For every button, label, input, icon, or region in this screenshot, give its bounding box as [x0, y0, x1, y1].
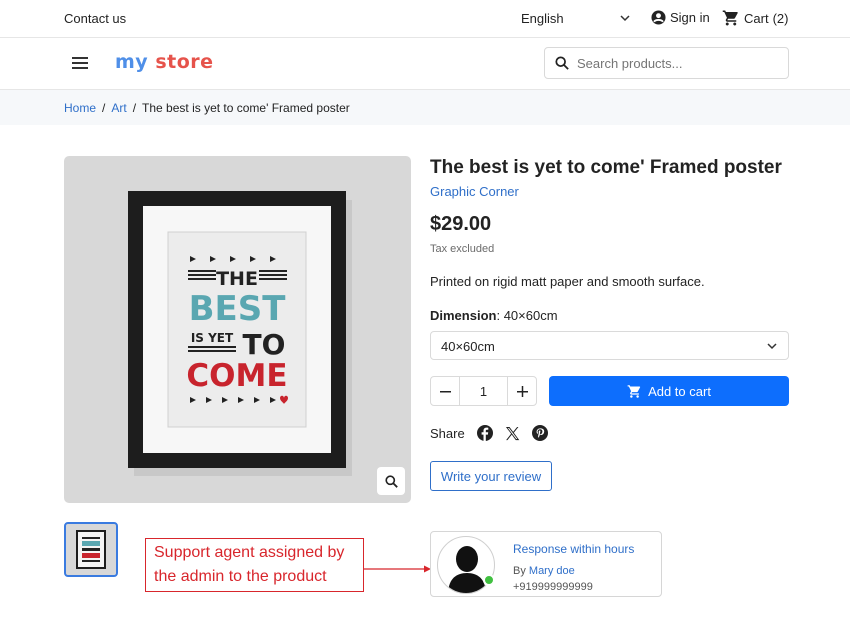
sign-in-label: Sign in — [670, 10, 710, 25]
thumbnail-poster-image — [76, 530, 106, 569]
store-logo[interactable]: my store — [115, 51, 214, 73]
product-thumbnail[interactable] — [64, 522, 118, 577]
top-bar: Contact us English Sign in Cart (2) — [0, 0, 850, 38]
poster-text-come: COME — [186, 358, 287, 394]
cart-icon — [627, 384, 641, 398]
share-label: Share — [430, 425, 465, 441]
main-header: my store — [0, 38, 850, 90]
share-row: Share — [430, 425, 548, 441]
annotation-arrow — [364, 565, 431, 573]
quantity-increase-button[interactable] — [508, 377, 536, 405]
logo-word-my: my — [115, 51, 149, 73]
chevron-down-icon — [620, 15, 630, 22]
cart-link[interactable]: Cart (2) — [722, 9, 788, 27]
cart-count: (2) — [772, 10, 789, 26]
search-icon — [555, 56, 569, 70]
cart-label: Cart — [744, 10, 769, 26]
framed-poster-image: THE BEST IS YET TO COME — [128, 191, 352, 476]
language-label: English — [521, 11, 564, 26]
language-selector[interactable]: English — [521, 11, 631, 26]
agent-by-label: By — [513, 565, 526, 577]
minus-icon — [439, 390, 451, 392]
quantity-input[interactable]: 1 — [459, 377, 508, 405]
add-to-cart-label: Add to cart — [648, 383, 711, 399]
dimension-label: Dimension — [430, 308, 497, 323]
product-description: Printed on rigid matt paper and smooth s… — [430, 274, 705, 289]
dimension-label-row: Dimension: 40×60cm — [430, 308, 558, 323]
annotation-line-2: the admin to the product — [154, 568, 327, 585]
poster-text-best: BEST — [189, 289, 287, 329]
breadcrumb-home[interactable]: Home — [64, 101, 96, 115]
quantity-decrease-button[interactable] — [431, 377, 459, 405]
agent-name-link[interactable]: Mary doe — [529, 565, 575, 577]
brand-link[interactable]: Graphic Corner — [430, 184, 519, 199]
poster-text-the: THE — [216, 268, 258, 290]
quantity-stepper: 1 — [430, 376, 537, 406]
breadcrumb-current: The best is yet to come' Framed poster — [142, 101, 350, 115]
dimension-select[interactable]: 40×60cm — [430, 331, 789, 360]
product-title: The best is yet to come' Framed poster — [430, 157, 782, 178]
menu-icon[interactable] — [72, 57, 88, 69]
add-to-cart-button[interactable]: Add to cart — [549, 376, 789, 406]
breadcrumb-art[interactable]: Art — [111, 101, 126, 115]
support-agent-card: Response within hours By Mary doe +91999… — [430, 531, 662, 597]
poster-text-is-yet: IS YET — [191, 331, 234, 345]
dimension-selected: 40×60cm — [441, 339, 495, 354]
user-circle-icon — [651, 10, 666, 25]
contact-us-link[interactable]: Contact us — [64, 11, 126, 26]
x-icon[interactable] — [505, 426, 520, 441]
annotation-callout: Support agent assigned by the admin to t… — [145, 538, 364, 592]
breadcrumb: Home / Art / The best is yet to come' Fr… — [64, 101, 350, 115]
poster-text-to: TO — [243, 328, 286, 361]
logo-word-store: store — [155, 51, 214, 73]
plus-icon — [516, 385, 528, 397]
breadcrumb-separator: / — [102, 101, 106, 115]
product-main-image[interactable]: THE BEST IS YET TO COME — [64, 156, 411, 503]
cart-icon — [722, 10, 738, 26]
search-input[interactable] — [577, 55, 777, 71]
agent-phone: +919999999999 — [513, 581, 593, 593]
zoom-button[interactable] — [377, 467, 405, 495]
product-price: $29.00 — [430, 213, 492, 235]
search-box[interactable] — [544, 47, 789, 79]
breadcrumb-separator: / — [132, 101, 137, 115]
chevron-down-icon — [767, 343, 777, 350]
write-review-button[interactable]: Write your review — [430, 461, 552, 491]
sign-in-link[interactable]: Sign in — [651, 10, 710, 25]
response-time-text: Response within hours — [513, 542, 635, 556]
tax-note: Tax excluded — [430, 243, 495, 255]
breadcrumb-bar: Home / Art / The best is yet to come' Fr… — [0, 90, 850, 125]
facebook-icon[interactable] — [476, 425, 493, 441]
zoom-icon — [384, 474, 398, 488]
pinterest-icon[interactable] — [531, 425, 548, 441]
online-status-indicator — [483, 574, 495, 586]
annotation-line-1: Support agent assigned by — [154, 544, 345, 561]
agent-by-line: By Mary doe — [513, 565, 575, 577]
dimension-value: 40×60cm — [503, 308, 558, 323]
